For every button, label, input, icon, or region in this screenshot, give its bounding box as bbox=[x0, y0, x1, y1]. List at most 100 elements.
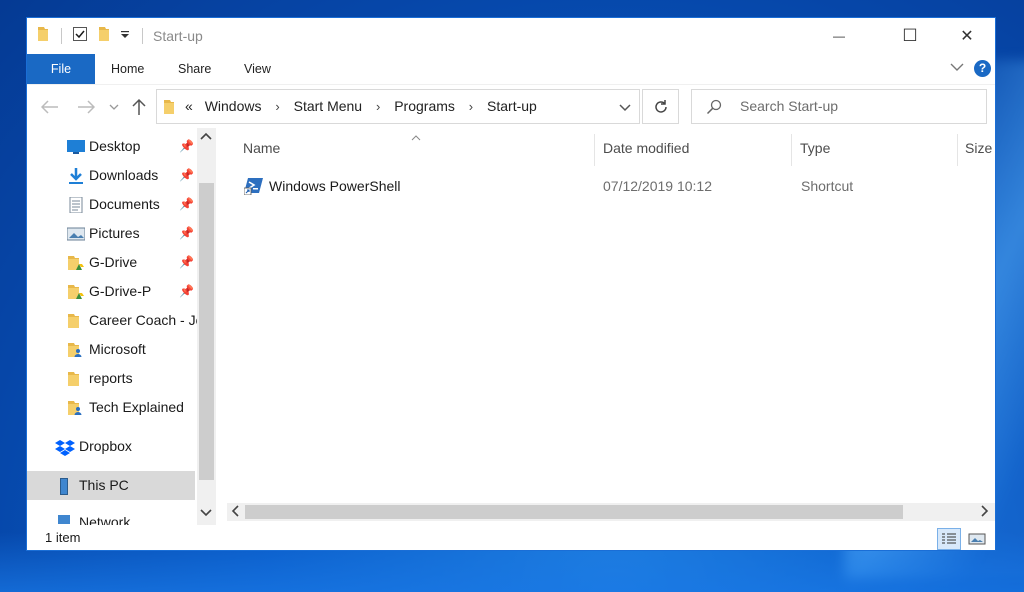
file-date-modified: 07/12/2019 10:12 bbox=[603, 178, 712, 194]
back-arrow-icon bbox=[41, 100, 58, 114]
ribbon-controls: ? bbox=[950, 59, 991, 77]
scroll-down-icon[interactable] bbox=[200, 509, 212, 520]
sidebar-item-this-pc[interactable]: This PC bbox=[27, 471, 195, 500]
forward-button[interactable] bbox=[75, 95, 97, 119]
file-name: Windows PowerShell bbox=[269, 178, 401, 194]
tab-home[interactable]: Home bbox=[111, 54, 144, 84]
chevron-right-icon[interactable]: › bbox=[376, 99, 380, 114]
tab-view[interactable]: View bbox=[244, 54, 271, 84]
minimize-button[interactable]: — bbox=[816, 18, 862, 54]
breadcrumb-windows[interactable]: Windows bbox=[205, 98, 262, 114]
new-folder-icon[interactable] bbox=[98, 26, 110, 47]
sidebar-item-label: This PC bbox=[79, 477, 129, 493]
sidebar-item-g-drive-p[interactable]: G-Drive-P 📌 bbox=[27, 277, 197, 306]
sidebar-item-desktop[interactable]: Desktop 📌 bbox=[27, 132, 197, 161]
downloads-icon bbox=[67, 168, 85, 184]
sidebar-item-g-drive[interactable]: G-Drive 📌 bbox=[27, 248, 197, 277]
tab-share[interactable]: Share bbox=[178, 54, 211, 84]
dropbox-icon bbox=[55, 439, 75, 456]
pin-icon: 📌 bbox=[179, 255, 194, 269]
breadcrumb-start-up[interactable]: Start-up bbox=[487, 98, 537, 114]
ribbon-tabs: File Home Share View ? bbox=[27, 54, 995, 84]
recent-locations-button[interactable] bbox=[107, 95, 121, 119]
pin-icon: 📌 bbox=[179, 139, 194, 153]
customize-toolbar-icon[interactable] bbox=[120, 27, 130, 45]
maximize-button[interactable]: ☐ bbox=[887, 18, 933, 54]
scroll-up-icon[interactable] bbox=[200, 132, 212, 143]
sidebar-item-downloads[interactable]: Downloads 📌 bbox=[27, 161, 197, 190]
up-button[interactable] bbox=[129, 95, 149, 119]
properties-icon[interactable] bbox=[72, 26, 88, 47]
breadcrumb-start-menu[interactable]: Start Menu bbox=[294, 98, 362, 114]
breadcrumb-programs[interactable]: Programs bbox=[394, 98, 455, 114]
close-button[interactable]: ✕ bbox=[944, 18, 990, 54]
column-divider[interactable] bbox=[791, 134, 792, 166]
toolbar-divider bbox=[142, 28, 143, 44]
large-icons-view-icon bbox=[968, 533, 986, 545]
computer-icon bbox=[55, 478, 73, 495]
maximize-icon: ☐ bbox=[902, 26, 918, 45]
gdrive-folder-icon bbox=[67, 255, 85, 271]
sidebar-item-career-coach[interactable]: Career Coach - Jo bbox=[27, 306, 199, 335]
help-icon[interactable]: ? bbox=[974, 59, 991, 77]
details-view-icon bbox=[942, 533, 956, 544]
chevron-right-icon[interactable]: › bbox=[275, 99, 279, 114]
refresh-icon bbox=[654, 99, 667, 113]
file-list: Name Date modified Type Size Windows Pow… bbox=[227, 128, 995, 525]
pin-icon: 📌 bbox=[179, 226, 194, 240]
large-icons-view-button[interactable] bbox=[965, 528, 989, 550]
details-view-button[interactable] bbox=[937, 528, 961, 550]
sidebar-item-pictures[interactable]: Pictures 📌 bbox=[27, 219, 197, 248]
toolbar-divider bbox=[61, 28, 62, 44]
file-list-horizontal-scrollbar[interactable] bbox=[227, 503, 995, 521]
network-icon bbox=[55, 515, 73, 525]
breadcrumb-overflow[interactable]: « bbox=[185, 98, 193, 114]
sidebar-item-label: Dropbox bbox=[79, 438, 132, 454]
search-box[interactable]: Search Start-up bbox=[691, 89, 987, 124]
sidebar-item-label: Career Coach - Jo bbox=[89, 312, 199, 328]
scrollbar-thumb[interactable] bbox=[245, 505, 903, 519]
column-divider[interactable] bbox=[957, 134, 958, 166]
column-header-type[interactable]: Type bbox=[800, 128, 950, 168]
shared-folder-icon bbox=[67, 342, 85, 358]
search-placeholder: Search Start-up bbox=[740, 98, 839, 114]
column-header-name[interactable]: Name bbox=[243, 128, 593, 168]
column-header-size[interactable]: Size bbox=[965, 128, 995, 168]
file-explorer-window: Start-up — ☐ ✕ File Home Share View ? « … bbox=[26, 17, 996, 551]
navigation-pane: Desktop 📌 Downloads 📌 Documents 📌 Pictur… bbox=[27, 128, 217, 525]
sidebar-item-dropbox[interactable]: Dropbox bbox=[27, 432, 197, 461]
powershell-shortcut-icon bbox=[243, 177, 264, 198]
navigation-bar: « Windows › Start Menu › Programs › Star… bbox=[27, 84, 995, 129]
folder-icon bbox=[163, 99, 175, 120]
chevron-right-icon[interactable]: › bbox=[469, 99, 473, 114]
pictures-icon bbox=[66, 226, 86, 242]
sidebar-scrollbar[interactable] bbox=[197, 128, 216, 525]
table-row[interactable]: Windows PowerShell 07/12/2019 10:12 Shor… bbox=[241, 176, 981, 198]
address-dropdown-icon[interactable] bbox=[619, 100, 631, 118]
scrollbar-thumb[interactable] bbox=[199, 183, 214, 480]
column-divider[interactable] bbox=[594, 134, 595, 166]
expand-ribbon-icon[interactable] bbox=[950, 59, 964, 77]
sidebar-item-documents[interactable]: Documents 📌 bbox=[27, 190, 197, 219]
sidebar-item-microsoft[interactable]: Microsoft bbox=[27, 335, 197, 364]
sidebar-item-label: reports bbox=[89, 370, 133, 386]
folder-icon bbox=[67, 371, 85, 387]
tab-file[interactable]: File bbox=[27, 54, 95, 84]
search-icon bbox=[706, 99, 722, 120]
sidebar-item-network[interactable]: Network bbox=[27, 510, 197, 525]
sidebar-item-tech-explained[interactable]: Tech Explained bbox=[27, 393, 197, 422]
folder-icon bbox=[37, 26, 49, 47]
address-bar[interactable]: « Windows › Start Menu › Programs › Star… bbox=[156, 89, 640, 124]
quick-access-toolbar bbox=[37, 26, 153, 46]
shared-folder-icon bbox=[67, 400, 85, 416]
scroll-left-icon[interactable] bbox=[231, 505, 239, 520]
sidebar-item-reports[interactable]: reports bbox=[27, 364, 197, 393]
back-button[interactable] bbox=[39, 95, 61, 119]
refresh-button[interactable] bbox=[642, 89, 679, 124]
forward-arrow-icon bbox=[78, 100, 95, 114]
folder-icon bbox=[67, 313, 85, 329]
sidebar-item-label: Microsoft bbox=[89, 341, 146, 357]
column-header-date-modified[interactable]: Date modified bbox=[603, 128, 783, 168]
scroll-right-icon[interactable] bbox=[981, 505, 989, 520]
window-title: Start-up bbox=[153, 28, 203, 44]
